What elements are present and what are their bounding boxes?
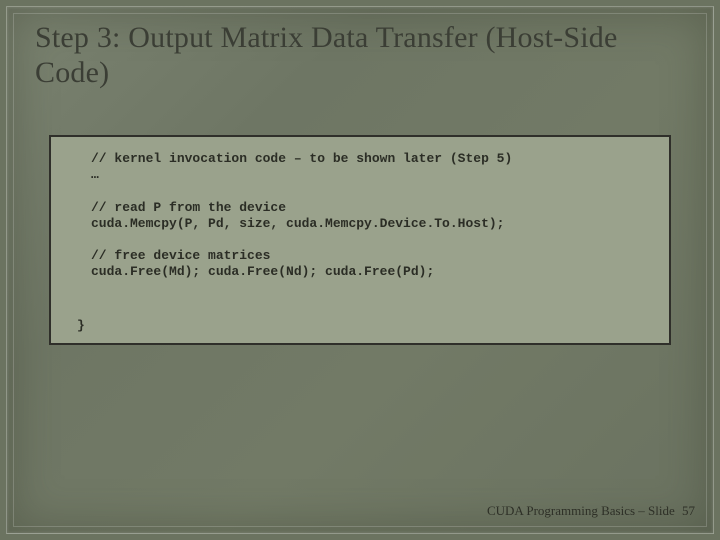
slide-frame: Step 3: Output Matrix Data Transfer (Hos… — [6, 6, 714, 534]
code-line-comment-kernel: // kernel invocation code – to be shown … — [69, 151, 651, 167]
footer-label: CUDA Programming Basics – Slide — [487, 503, 675, 518]
footer-slide-number: 57 — [682, 503, 695, 518]
code-line-memcpy: cuda.Memcpy(P, Pd, size, cuda.Memcpy.Dev… — [69, 216, 651, 232]
slide-footer: CUDA Programming Basics – Slide 57 — [487, 503, 695, 519]
code-line-ellipsis: … — [69, 167, 651, 183]
code-blank-1 — [69, 184, 651, 200]
code-line-comment-free: // free device matrices — [69, 248, 651, 264]
slide-title: Step 3: Output Matrix Data Transfer (Hos… — [35, 21, 685, 90]
code-line-free: cuda.Free(Md); cuda.Free(Nd); cuda.Free(… — [69, 264, 651, 280]
code-blank-2 — [69, 232, 651, 248]
code-line-comment-read: // read P from the device — [69, 200, 651, 216]
code-box: // kernel invocation code – to be shown … — [49, 135, 671, 345]
code-closing-brace: } — [77, 318, 85, 333]
